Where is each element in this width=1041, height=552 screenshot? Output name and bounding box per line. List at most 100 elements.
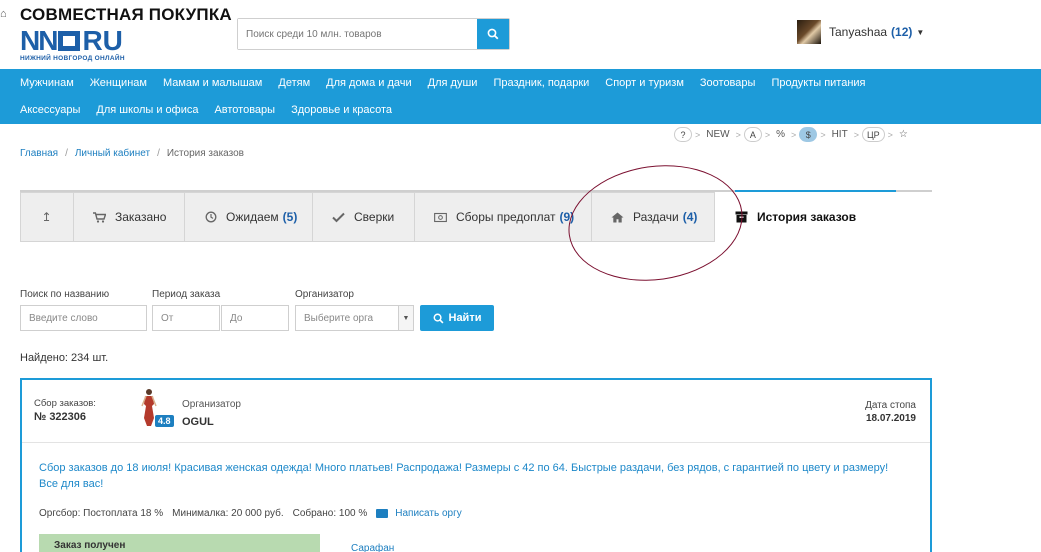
- chevron-down-icon[interactable]: ▼: [398, 305, 414, 331]
- breadcrumb-separator: /: [65, 148, 68, 159]
- tab-awaiting-count: (5): [282, 210, 298, 224]
- nav-item-moms-babies[interactable]: Мамам и малышам: [163, 77, 262, 89]
- filter-shortcuts: ? > NEW > A > % > $ > HIT > ЦР > ☆: [674, 127, 911, 142]
- nav-item-women[interactable]: Женщинам: [90, 77, 147, 89]
- minimum-info: Минималка: 20 000 руб.: [172, 508, 284, 519]
- breadcrumb-cabinet[interactable]: Личный кабинет: [75, 148, 150, 159]
- find-button[interactable]: Найти: [420, 305, 494, 331]
- highlight-ellipse: [560, 154, 751, 292]
- tab-reconciliations-label: Сверки: [354, 210, 395, 224]
- filter-dollar[interactable]: $: [799, 127, 818, 142]
- tab-reconciliations[interactable]: Сверки: [312, 192, 415, 242]
- filter-separator: >: [695, 129, 701, 140]
- order-meta: Оргсбор: Постоплата 18 % Минималка: 20 0…: [39, 508, 480, 519]
- search-icon: [433, 313, 443, 323]
- logo-text-nn: NN: [20, 25, 58, 56]
- clock-icon: [204, 211, 217, 223]
- logo-block-icon: [58, 31, 81, 51]
- filter-cr[interactable]: ЦР: [861, 127, 885, 142]
- write-organizer-link[interactable]: Написать оргу: [376, 508, 470, 519]
- results-count: Найдено: 234 шт.: [20, 352, 109, 364]
- filter-percent[interactable]: %: [773, 129, 788, 140]
- period-label: Период заказа: [152, 289, 221, 300]
- filter-separator: >: [887, 129, 893, 140]
- name-search-input[interactable]: Введите слово: [20, 305, 147, 331]
- tab-order-history-label: История заказов: [757, 210, 857, 224]
- site-search: [237, 18, 510, 50]
- breadcrumb: Главная / Личный кабинет / История заказ…: [20, 148, 244, 159]
- stop-date-value: 18.07.2019: [865, 413, 916, 424]
- tab-awaiting[interactable]: Ожидаем (5): [184, 192, 313, 242]
- name-search-label: Поиск по названию: [20, 289, 110, 300]
- organizer-label: Организатор: [182, 399, 241, 410]
- filter-separator: >: [853, 129, 859, 140]
- organizer-rating: 4.8: [155, 415, 174, 427]
- collected-info: Собрано: 100 %: [292, 508, 368, 519]
- cart-icon: [93, 211, 106, 223]
- find-button-label: Найти: [448, 312, 482, 324]
- envelope-icon: [376, 509, 389, 518]
- period-from-input[interactable]: От: [152, 305, 220, 331]
- nav-item-kids[interactable]: Детям: [278, 77, 310, 89]
- organizer-label: Организатор: [295, 289, 354, 300]
- orgsbor-info: Оргсбор: Постоплата 18 %: [39, 508, 164, 519]
- nav-item-accessories[interactable]: Аксессуары: [20, 104, 80, 116]
- category-nav: Мужчинам Женщинам Мамам и малышам Детям …: [0, 69, 1041, 124]
- category-nav-row-1: Мужчинам Женщинам Мамам и малышам Детям …: [20, 69, 1021, 96]
- nav-item-sport-tourism[interactable]: Спорт и туризм: [605, 77, 684, 89]
- filter-separator: >: [791, 129, 797, 140]
- tab-prepayments[interactable]: Сборы предоплат (9): [414, 192, 592, 242]
- organizer-name[interactable]: OGUL: [182, 416, 214, 428]
- sort-arrow-icon: ↥: [41, 210, 52, 224]
- tab-ordered-label: Заказано: [115, 210, 167, 224]
- site-search-input[interactable]: [238, 19, 477, 49]
- nav-item-food[interactable]: Продукты питания: [771, 77, 865, 89]
- filter-separator: >: [735, 129, 741, 140]
- tab-awaiting-label: Ожидаем: [226, 210, 279, 224]
- nav-item-health-beauty[interactable]: Здоровье и красота: [291, 104, 392, 116]
- filter-separator: >: [820, 129, 826, 140]
- avatar: [797, 20, 821, 44]
- organizer-select[interactable]: Выберите орга: [295, 305, 399, 331]
- nav-item-school-office[interactable]: Для школы и офиса: [96, 104, 198, 116]
- nav-item-holidays-gifts[interactable]: Праздник, подарки: [493, 77, 589, 89]
- site-logo[interactable]: NN RU НИЖНИЙ НОВГОРОД ОНЛАЙН: [20, 25, 145, 64]
- breadcrumb-home[interactable]: Главная: [20, 148, 58, 159]
- card-divider: [22, 442, 930, 443]
- home-corner-icon[interactable]: ⌂: [0, 8, 10, 20]
- breadcrumb-separator: /: [157, 148, 160, 159]
- logo-text-ru: RU: [82, 25, 123, 56]
- filter-help[interactable]: ?: [674, 127, 692, 142]
- nav-item-soul[interactable]: Для души: [428, 77, 478, 89]
- order-description-link[interactable]: Сбор заказов до 18 июля! Красивая женска…: [39, 460, 899, 492]
- site-title: СОВМЕСТНАЯ ПОКУПКА: [20, 5, 232, 24]
- filter-new[interactable]: NEW: [703, 129, 732, 140]
- order-status-badge: Заказ получен: [39, 534, 320, 552]
- category-nav-row-2: Аксессуары Для школы и офиса Автотовары …: [20, 96, 1021, 123]
- filter-hit[interactable]: HIT: [829, 129, 851, 140]
- breadcrumb-current: История заказов: [166, 148, 244, 159]
- nav-item-auto[interactable]: Автотовары: [214, 104, 275, 116]
- logo-subtitle: НИЖНИЙ НОВГОРОД ОНЛАЙН: [20, 55, 125, 62]
- site-search-button[interactable]: [477, 19, 509, 49]
- filter-a[interactable]: A: [743, 127, 762, 142]
- order-number[interactable]: № 322306: [34, 411, 86, 423]
- nav-item-men[interactable]: Мужчинам: [20, 77, 74, 89]
- period-to-input[interactable]: До: [221, 305, 289, 331]
- chevron-down-icon: ▼: [916, 27, 925, 37]
- nav-item-pets[interactable]: Зоотовары: [700, 77, 756, 89]
- search-icon: [487, 28, 499, 40]
- tab-ordered[interactable]: Заказано: [73, 192, 185, 242]
- order-item-link[interactable]: Сарафан: [351, 543, 394, 552]
- user-message-count: (12): [891, 25, 913, 39]
- order-card: Сбор заказов: № 322306 4.8 Организатор O…: [20, 378, 932, 552]
- tab-prepayments-label: Сборы предоплат: [456, 210, 556, 224]
- user-menu[interactable]: Tanyashaa (12) ▼: [797, 20, 924, 44]
- nav-item-home-garden[interactable]: Для дома и дачи: [326, 77, 412, 89]
- tab-sort[interactable]: ↥: [20, 192, 74, 242]
- write-organizer-label: Написать оргу: [395, 508, 462, 519]
- order-label: Сбор заказов:: [34, 398, 96, 409]
- star-icon[interactable]: ☆: [896, 129, 911, 140]
- filter-separator: >: [764, 129, 771, 140]
- check-icon: [332, 212, 345, 223]
